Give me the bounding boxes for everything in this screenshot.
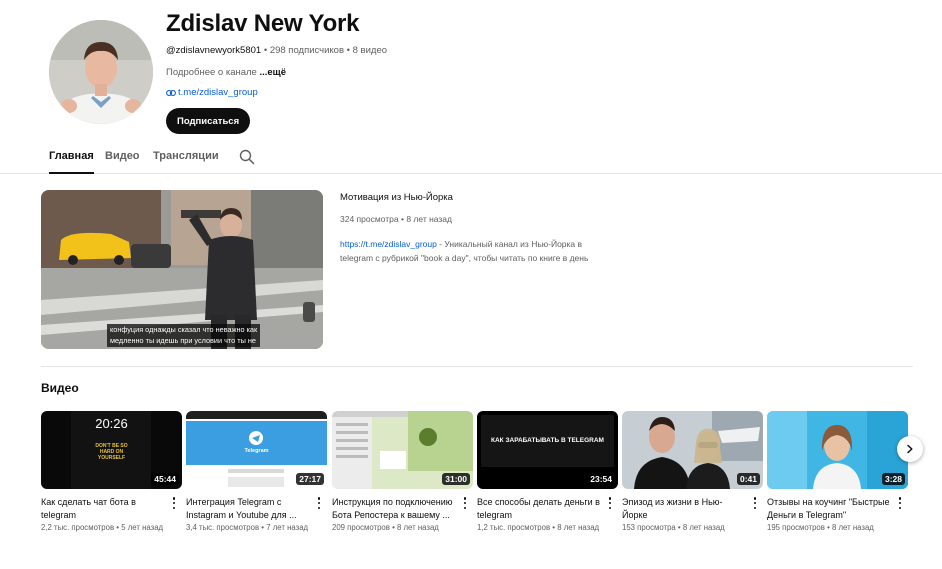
video-card[interactable]: 3:28 Отзывы на коучинг "Быстрые Деньги в…: [767, 411, 908, 532]
featured-views: 324 просмотра: [340, 214, 399, 224]
video-duration: 27:17: [296, 473, 324, 485]
featured-video-description: https://t.me/zdislav_group - Уникальный …: [340, 238, 610, 265]
more-actions-icon[interactable]: [750, 496, 760, 510]
video-views: 3,4 тыс. просмотров: [186, 523, 260, 532]
featured-video-meta: 324 просмотра • 8 лет назад: [340, 214, 452, 224]
about-more-link[interactable]: ...ещё: [259, 67, 286, 78]
search-icon[interactable]: [239, 149, 255, 165]
chevron-right-icon: [907, 444, 913, 454]
description-link[interactable]: https://t.me/zdislav_group: [340, 239, 437, 249]
caption-line: медленно ты идешь при условии что ты не: [110, 335, 256, 345]
video-card[interactable]: КАК ЗАРАБАТЫВАТЬ В TELEGRAM 23:54 Все сп…: [477, 411, 618, 532]
about-text: Подробнее о канале: [166, 67, 257, 78]
video-age: 8 лет назад: [396, 523, 439, 532]
meta-separator: •: [677, 523, 681, 532]
video-age: 8 лет назад: [557, 523, 600, 532]
channel-stats: @zdislavnewyork5801 • 298 подписчиков • …: [166, 45, 387, 56]
video-thumbnail[interactable]: 3:28: [767, 411, 908, 489]
channel-name: Zdislav New York: [166, 10, 360, 37]
channel-header: Zdislav New York @zdislavnewyork5801 • 2…: [0, 0, 942, 140]
thumb-caption-text: DON'T BE SO HARD ON YOURSELF: [95, 443, 128, 461]
thumb-headline-text: КАК ЗАРАБАТЫВАТЬ В TELEGRAM: [491, 437, 604, 444]
video-card[interactable]: 20:26 DON'T BE SO HARD ON YOURSELF 45:44…: [41, 411, 182, 532]
subscribe-button[interactable]: Подписаться: [166, 108, 251, 134]
more-actions-icon[interactable]: [460, 496, 470, 510]
video-age: 7 лет назад: [266, 523, 309, 532]
video-title[interactable]: Интеграция Telegram с Instagram и Youtub…: [186, 496, 312, 522]
meta-separator: •: [552, 523, 556, 532]
video-title[interactable]: Эпизод из жизни в Нью-Йорке: [622, 496, 748, 522]
video-title[interactable]: Инструкция по подключению Бота Репостера…: [332, 496, 458, 522]
video-title[interactable]: Как сделать чат бота в telegram: [41, 496, 167, 522]
video-thumbnail[interactable]: Telegram 27:17: [186, 411, 327, 489]
video-thumbnail[interactable]: 31:00: [332, 411, 473, 489]
video-title[interactable]: Все способы делать деньги в telegram: [477, 496, 603, 522]
video-duration: 23:54: [587, 473, 615, 485]
channel-handle: @zdislavnewyork5801: [166, 45, 262, 56]
featured-video-player[interactable]: конфуция однажды сказал что неважно как …: [41, 190, 323, 349]
video-title[interactable]: Отзывы на коучинг "Быстрые Деньги в Tele…: [767, 496, 893, 522]
video-views: 209 просмотров: [332, 523, 390, 532]
channel-avatar[interactable]: [49, 20, 153, 124]
more-actions-icon[interactable]: [169, 496, 179, 510]
video-meta: 3,4 тыс. просмотров • 7 лет назад: [186, 523, 308, 532]
subscriber-count: 298 подписчиков: [269, 45, 345, 56]
videos-section-title[interactable]: Видео: [41, 381, 79, 395]
meta-separator: •: [261, 523, 265, 532]
video-views: 195 просмотров: [767, 523, 825, 532]
tab-live[interactable]: Трансляции: [153, 150, 219, 174]
video-card[interactable]: 0:41 Эпизод из жизни в Нью-Йорке 153 про…: [622, 411, 763, 532]
video-age: 8 лет назад: [831, 523, 874, 532]
more-actions-icon[interactable]: [605, 496, 615, 510]
meta-separator: •: [400, 214, 404, 224]
video-views: 153 просмотра: [622, 523, 676, 532]
video-views: 2,2 тыс. просмотров: [41, 523, 115, 532]
video-thumbnail[interactable]: 20:26 DON'T BE SO HARD ON YOURSELF 45:44: [41, 411, 182, 489]
video-thumbnail[interactable]: 0:41: [622, 411, 763, 489]
thumb-logo-text: Telegram: [244, 448, 269, 454]
meta-separator: •: [263, 45, 268, 56]
video-age: 8 лет назад: [682, 523, 725, 532]
section-divider: [41, 366, 913, 367]
video-card[interactable]: 31:00 Инструкция по подключению Бота Реп…: [332, 411, 473, 532]
video-age: 5 лет назад: [121, 523, 164, 532]
video-card[interactable]: Telegram 27:17 Интеграция Telegram с Ins…: [186, 411, 327, 532]
tab-home[interactable]: Главная: [49, 150, 94, 174]
meta-separator: •: [827, 523, 830, 532]
meta-separator: •: [116, 523, 120, 532]
more-actions-icon[interactable]: [314, 496, 324, 510]
thumb-time-text: 20:26: [95, 416, 128, 431]
tab-videos[interactable]: Видео: [105, 150, 140, 174]
caption-line: конфуция однажды сказал что неважно как: [110, 325, 258, 334]
video-duration: 31:00: [442, 473, 470, 485]
video-duration: 45:44: [151, 473, 179, 485]
more-actions-icon[interactable]: [895, 496, 905, 510]
featured-video-title[interactable]: Мотивация из Нью-Йорка: [340, 192, 453, 203]
featured-age: 8 лет назад: [406, 214, 452, 224]
shelf-next-button[interactable]: [897, 436, 923, 462]
avatar-image: [49, 20, 153, 124]
video-duration: 3:28: [881, 473, 905, 485]
meta-separator: •: [346, 45, 350, 56]
video-thumbnail[interactable]: КАК ЗАРАБАТЫВАТЬ В TELEGRAM 23:54: [477, 411, 618, 489]
channel-about[interactable]: Подробнее о канале ...ещё: [166, 67, 286, 78]
video-caption: конфуция однажды сказал что неважно как …: [107, 324, 261, 347]
channel-link-text[interactable]: t.me/zdislav_group: [178, 87, 258, 98]
video-meta: 1,2 тыс. просмотров • 8 лет назад: [477, 523, 599, 532]
meta-separator: •: [392, 523, 395, 532]
link-icon: [166, 89, 176, 96]
video-views: 1,2 тыс. просмотров: [477, 523, 551, 532]
channel-tabs: Главная Видео Трансляции: [0, 140, 942, 174]
channel-link[interactable]: t.me/zdislav_group: [166, 87, 258, 98]
video-duration: 0:41: [736, 473, 760, 485]
video-meta: 2,2 тыс. просмотров • 5 лет назад: [41, 523, 163, 532]
video-meta: 195 просмотров • 8 лет назад: [767, 523, 874, 532]
video-meta: 209 просмотров • 8 лет назад: [332, 523, 439, 532]
video-meta: 153 просмотра • 8 лет назад: [622, 523, 725, 532]
video-count: 8 видео: [352, 45, 388, 56]
